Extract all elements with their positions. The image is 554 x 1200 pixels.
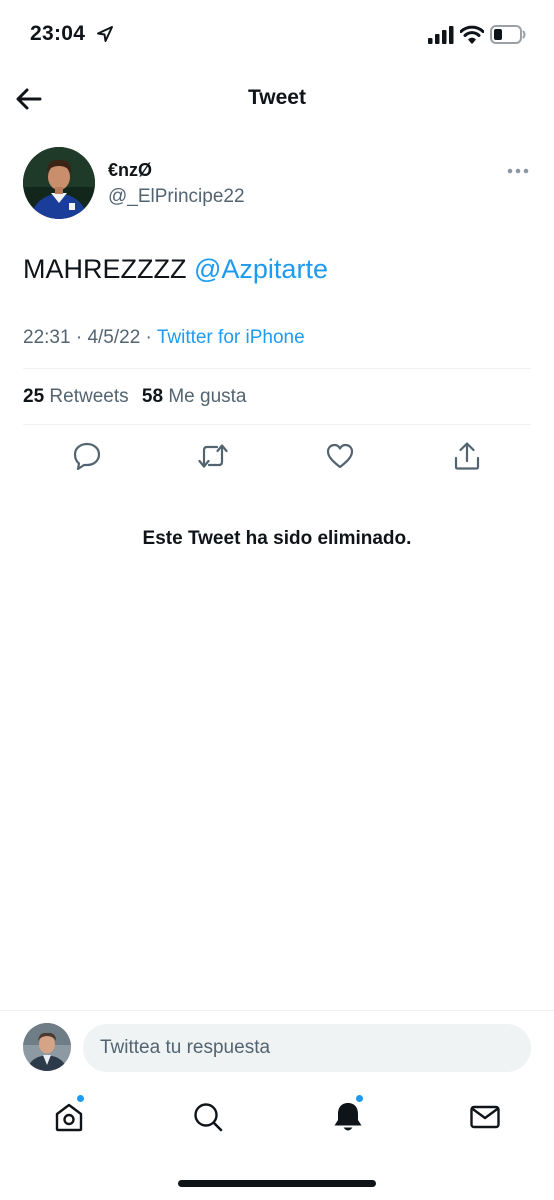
likes-label: Me gusta [168,386,247,407]
tweet-meta: 22:31 · 4/5/22 · Twitter for iPhone [23,327,305,349]
retweet-icon[interactable] [198,440,228,472]
status-bar: 23:04 [0,0,554,70]
meta-separator: · [75,327,83,348]
like-icon[interactable] [325,440,355,472]
author-handle[interactable]: @_ElPrincipe22 [108,186,245,208]
home-notification-dot [76,1094,85,1103]
tweet-actions [0,440,554,474]
divider [23,368,531,369]
mention-link[interactable]: @Azpitarte [194,254,328,284]
messages-icon [470,1105,500,1129]
reply-icon[interactable] [72,440,102,472]
meta-separator: · [145,327,152,348]
tab-messages[interactable] [467,1099,503,1135]
home-icon [55,1103,83,1132]
current-user-avatar[interactable] [23,1023,71,1071]
tweet-stats: 25 Retweets 58 Me gusta [23,386,254,408]
wifi-icon [460,25,484,44]
tab-home[interactable] [51,1094,87,1135]
tweet-time: 22:31 [23,327,71,348]
share-icon[interactable] [452,440,482,472]
search-icon [194,1103,223,1132]
deleted-tweet-notice: Este Tweet ha sido eliminado. [142,528,412,549]
retweets-label: Retweets [49,386,129,407]
divider [23,424,531,425]
tab-notifications[interactable] [330,1094,366,1135]
notifications-dot [355,1094,364,1103]
retweets-stat[interactable]: 25 Retweets [23,386,129,407]
location-arrow-icon [97,26,113,42]
likes-stat[interactable]: 58 Me gusta [142,386,247,407]
status-time: 23:04 [30,22,86,45]
author-avatar[interactable] [23,147,95,219]
page-title: Tweet [248,86,306,109]
tab-search[interactable] [190,1099,226,1135]
tweet-text-body: MAHREZZZZ [23,254,187,284]
notifications-icon [334,1103,362,1131]
tweet-text: MAHREZZZZ @Azpitarte [23,254,328,285]
home-indicator [178,1180,376,1187]
tweet-source-link[interactable]: Twitter for iPhone [157,327,305,348]
retweets-count: 25 [23,386,45,407]
tweet-date: 4/5/22 [87,327,141,348]
likes-count: 58 [141,386,164,407]
author-display-name[interactable]: €nzØ [108,160,152,181]
battery-icon [490,25,526,44]
reply-bar [0,1010,554,1085]
more-options-icon[interactable] [506,164,530,178]
nav-header: Tweet [0,70,554,128]
reply-input[interactable] [83,1024,531,1072]
cellular-signal-icon [428,26,454,44]
